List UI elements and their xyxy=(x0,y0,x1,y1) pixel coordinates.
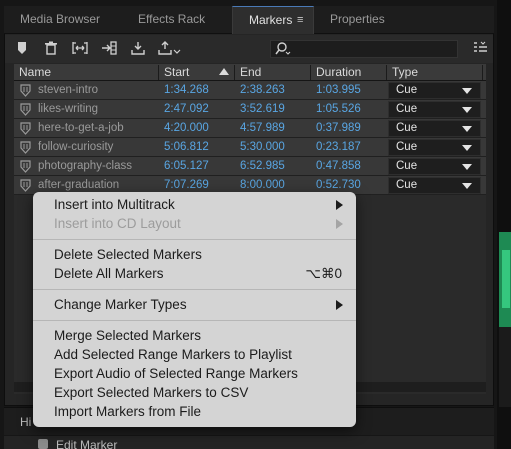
marker-end: 2:38.263 xyxy=(240,84,285,96)
panel-tab-bar: Media Browser Effects Rack Markers ≡ Pro… xyxy=(4,6,494,34)
range-marker-icon xyxy=(20,103,31,116)
timeline-track xyxy=(499,327,511,407)
range-marker-icon xyxy=(20,160,31,173)
menu-item-export-audio-of-range-markers[interactable]: Export Audio of Selected Range Markers xyxy=(54,364,298,383)
marker-end: 6:52.985 xyxy=(240,160,285,172)
menu-item-add-range-markers-to-playlist[interactable]: Add Selected Range Markers to Playlist xyxy=(54,345,292,364)
column-header-end[interactable]: End xyxy=(235,65,311,80)
menu-separator xyxy=(33,289,356,290)
hamburger-icon[interactable]: ≡ xyxy=(297,14,303,26)
table-header: Name Start End Duration Type xyxy=(14,64,486,81)
insert-into-multitrack-icon[interactable] xyxy=(100,41,118,57)
sort-ascending-icon xyxy=(219,68,229,75)
magnifier-dropdown-icon[interactable] xyxy=(274,41,292,57)
chevron-down-icon xyxy=(462,164,472,170)
marker-duration: 0:23.187 xyxy=(316,141,361,153)
search-field[interactable] xyxy=(270,40,458,58)
add-marker-icon[interactable] xyxy=(13,41,31,57)
submenu-arrow-icon xyxy=(336,200,343,210)
menu-item-merge-selected-markers[interactable]: Merge Selected Markers xyxy=(54,326,201,345)
chevron-down-icon xyxy=(462,145,472,151)
tab-markers-label: Markers xyxy=(249,13,293,27)
chevron-down-icon xyxy=(462,183,472,189)
range-marker-icon xyxy=(20,141,31,154)
menu-item-insert-into-cd-layout: Insert into CD Layout xyxy=(54,216,181,231)
marker-start: 1:34.268 xyxy=(164,84,209,96)
marker-type-value: Cue xyxy=(396,141,418,153)
menu-item-delete-selected-markers[interactable]: Delete Selected Markers xyxy=(54,245,202,264)
column-header-duration[interactable]: Duration xyxy=(311,65,387,80)
tab-media-browser[interactable]: Media Browser xyxy=(4,6,108,34)
marker-name: follow-curiosity xyxy=(38,141,114,153)
marker-type-value: Cue xyxy=(396,84,418,96)
marker-end: 5:30.000 xyxy=(240,141,285,153)
markers-toolbar xyxy=(5,35,493,63)
chevron-down-icon xyxy=(462,107,472,113)
tab-effects-rack[interactable]: Effects Rack xyxy=(122,6,232,34)
menu-item-import-markers-from-file[interactable]: Import Markers from File xyxy=(54,402,201,421)
table-row[interactable]: photography-class 6:05.127 6:52.985 0:47… xyxy=(14,157,486,176)
menu-item-export-markers-to-csv[interactable]: Export Selected Markers to CSV xyxy=(54,383,248,402)
marker-type-value: Cue xyxy=(396,179,418,191)
marker-type-select[interactable]: Cue xyxy=(388,101,481,118)
table-row[interactable]: steven-intro 1:34.268 2:38.263 1:03.995 … xyxy=(14,81,486,100)
menu-item-insert-into-multitrack[interactable]: Insert into Multitrack xyxy=(54,195,175,214)
table-row[interactable]: likes-writing 2:47.092 3:52.619 1:05.526… xyxy=(14,100,486,119)
marker-duration: 0:37.989 xyxy=(316,122,361,134)
merge-markers-icon[interactable] xyxy=(71,41,89,57)
batch-process-icon[interactable] xyxy=(157,41,181,57)
menu-item-change-marker-types[interactable]: Change Marker Types xyxy=(54,295,187,314)
marker-duration: 0:47.858 xyxy=(316,160,361,172)
range-marker-icon xyxy=(20,179,31,192)
range-marker-icon xyxy=(20,122,31,135)
marker-type-select[interactable]: Cue xyxy=(388,120,481,137)
column-header-start-label: Start xyxy=(164,65,190,79)
chevron-down-icon xyxy=(462,88,472,94)
column-header-type[interactable]: Type xyxy=(387,65,483,80)
marker-type-value: Cue xyxy=(396,160,418,172)
marker-start: 5:06.812 xyxy=(164,141,209,153)
context-menu: Insert into Multitrack Insert into CD La… xyxy=(33,192,356,427)
marker-start: 2:47.092 xyxy=(164,103,209,115)
history-step-icon xyxy=(38,439,48,449)
marker-type-select[interactable]: Cue xyxy=(388,139,481,156)
waveform-preview xyxy=(499,232,511,327)
table-row[interactable]: follow-curiosity 5:06.812 5:30.000 0:23.… xyxy=(14,138,486,157)
tab-history[interactable]: Hi xyxy=(20,415,31,429)
marker-end: 4:57.989 xyxy=(240,122,285,134)
chevron-down-icon xyxy=(462,126,472,132)
tab-properties[interactable]: Properties xyxy=(314,6,404,34)
marker-type-select[interactable]: Cue xyxy=(388,82,481,99)
trash-icon[interactable] xyxy=(42,41,60,57)
marker-duration: 1:05.526 xyxy=(316,103,361,115)
submenu-arrow-icon xyxy=(336,300,343,310)
marker-name: photography-class xyxy=(38,160,132,172)
table-row[interactable]: here-to-get-a-job 4:20.000 4:57.989 0:37… xyxy=(14,119,486,138)
marker-start: 6:05.127 xyxy=(164,160,209,172)
column-header-start[interactable]: Start xyxy=(159,65,235,80)
marker-type-select[interactable]: Cue xyxy=(388,177,481,194)
search-input[interactable] xyxy=(293,42,453,56)
marker-type-value: Cue xyxy=(396,122,418,134)
export-icon[interactable] xyxy=(129,41,147,57)
marker-name: likes-writing xyxy=(38,103,99,115)
marker-start: 4:20.000 xyxy=(164,122,209,134)
menu-separator xyxy=(33,239,356,240)
marker-end: 3:52.619 xyxy=(240,103,285,115)
marker-name: steven-intro xyxy=(38,84,99,96)
marker-duration: 1:03.995 xyxy=(316,84,361,96)
column-options-icon[interactable] xyxy=(471,41,489,57)
marker-type-select[interactable]: Cue xyxy=(388,158,481,175)
history-item-label: Edit Marker xyxy=(56,438,118,449)
menu-item-delete-all-markers[interactable]: Delete All Markers xyxy=(54,264,164,283)
range-marker-icon xyxy=(20,84,31,97)
history-list-item[interactable]: Edit Marker xyxy=(4,436,494,449)
menu-shortcut: ⌥⌘0 xyxy=(305,266,342,281)
marker-name: here-to-get-a-job xyxy=(38,122,124,134)
menu-separator xyxy=(33,320,356,321)
marker-type-value: Cue xyxy=(396,103,418,115)
column-header-name[interactable]: Name xyxy=(14,65,159,80)
submenu-arrow-icon xyxy=(336,219,343,229)
